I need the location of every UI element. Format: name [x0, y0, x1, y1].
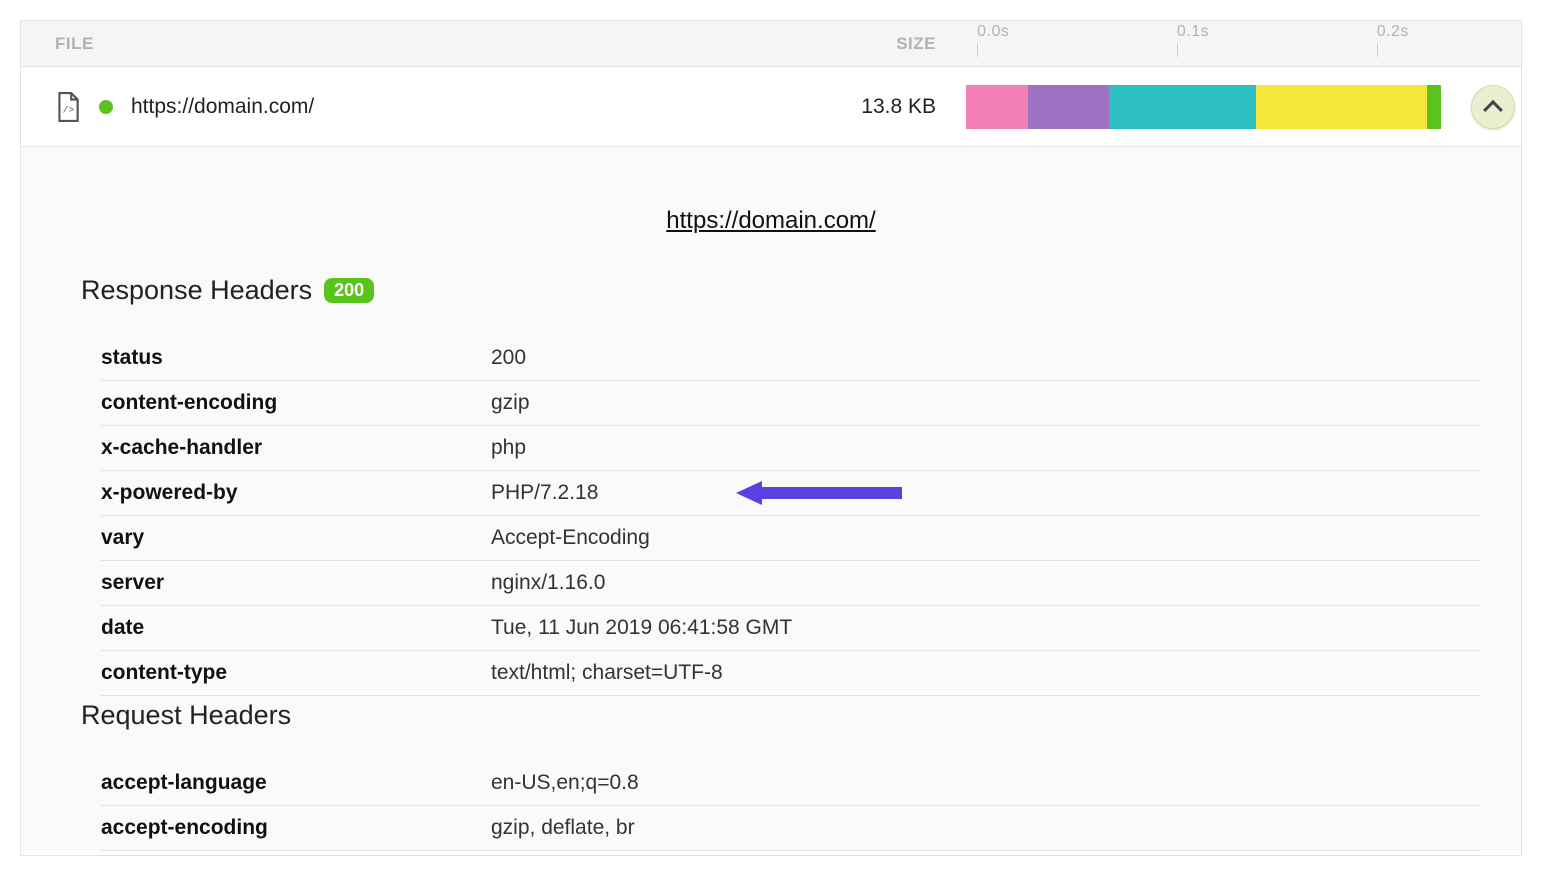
timing-bar-receive [1427, 85, 1441, 129]
header-row: content-typetext/html; charset=UTF-8 [101, 651, 1481, 696]
header-value: gzip [491, 391, 1481, 415]
header-key: x-cache-handler [101, 436, 491, 460]
header-value: PHP/7.2.18 [491, 481, 1481, 505]
header-row: content-encodinggzip [101, 381, 1481, 426]
header-value: nginx/1.16.0 [491, 571, 1481, 595]
timing-bar-connect [1109, 85, 1256, 129]
timing-bar-blocked [966, 85, 1028, 129]
header-row: servernginx/1.16.0 [101, 561, 1481, 606]
header-value: gzip, deflate, br [491, 816, 1481, 840]
tick-label: 0.2s [1377, 21, 1409, 41]
header-value: Accept-Encoding [491, 526, 1481, 550]
col-header-file[interactable]: FILE [21, 34, 751, 54]
header-key: content-encoding [101, 391, 491, 415]
header-row: dateTue, 11 Jun 2019 06:41:58 GMT [101, 606, 1481, 651]
detail-url-link[interactable]: https://domain.com/ [81, 207, 1461, 235]
header-key: x-powered-by [101, 481, 491, 505]
svg-text:/>: /> [63, 104, 75, 115]
tick-label: 0.1s [1177, 21, 1209, 41]
header-value: text/html; charset=UTF-8 [491, 661, 1481, 685]
header-value: Tue, 11 Jun 2019 06:41:58 GMT [491, 616, 1481, 640]
request-row[interactable]: /> https://domain.com/ 13.8 KB [21, 67, 1521, 147]
chevron-up-icon [1483, 99, 1503, 119]
file-cell: /> https://domain.com/ [21, 93, 751, 121]
header-value: php [491, 436, 1481, 460]
request-headers-title: Request Headers [81, 700, 1461, 731]
col-header-timeline: 0.0s 0.1s 0.2s [966, 21, 1521, 66]
header-row: x-cache-handlerphp [101, 426, 1481, 471]
header-key: accept-encoding [101, 816, 491, 840]
request-details: https://domain.com/ Response Headers 200… [21, 147, 1521, 851]
header-key: status [101, 346, 491, 370]
document-icon: /> [55, 93, 81, 121]
header-row: status200 [101, 336, 1481, 381]
timing-bars [966, 85, 1441, 129]
header-key: vary [101, 526, 491, 550]
request-headers-table: accept-languageen-US,en;q=0.8accept-enco… [101, 761, 1481, 851]
collapse-button[interactable] [1471, 85, 1515, 129]
header-row: varyAccept-Encoding [101, 516, 1481, 561]
response-headers-table: status200content-encodinggzipx-cache-han… [101, 336, 1481, 696]
header-row: x-powered-byPHP/7.2.18 [101, 471, 1481, 516]
size-cell: 13.8 KB [751, 95, 966, 119]
header-row: accept-languageen-US,en;q=0.8 [101, 761, 1481, 806]
request-url: https://domain.com/ [131, 95, 314, 119]
table-header: FILE SIZE 0.0s 0.1s 0.2s [21, 21, 1521, 67]
header-row: accept-encodinggzip, deflate, br [101, 806, 1481, 851]
tick-label: 0.0s [977, 21, 1009, 41]
header-key: accept-language [101, 771, 491, 795]
col-header-size[interactable]: SIZE [751, 34, 966, 54]
response-headers-label: Response Headers [81, 275, 312, 306]
header-value: 200 [491, 346, 1481, 370]
header-value: en-US,en;q=0.8 [491, 771, 1481, 795]
header-key: server [101, 571, 491, 595]
status-dot-icon [99, 100, 113, 114]
annotation-arrow-icon [736, 481, 902, 505]
status-badge: 200 [324, 278, 374, 303]
timing-bar-wait [1256, 85, 1427, 129]
timeline-cell [966, 67, 1521, 146]
timing-bar-dns [1028, 85, 1109, 129]
waterfall-panel: FILE SIZE 0.0s 0.1s 0.2s /> https://doma… [20, 20, 1522, 856]
header-key: date [101, 616, 491, 640]
response-headers-title: Response Headers 200 [81, 275, 1461, 306]
header-key: content-type [101, 661, 491, 685]
